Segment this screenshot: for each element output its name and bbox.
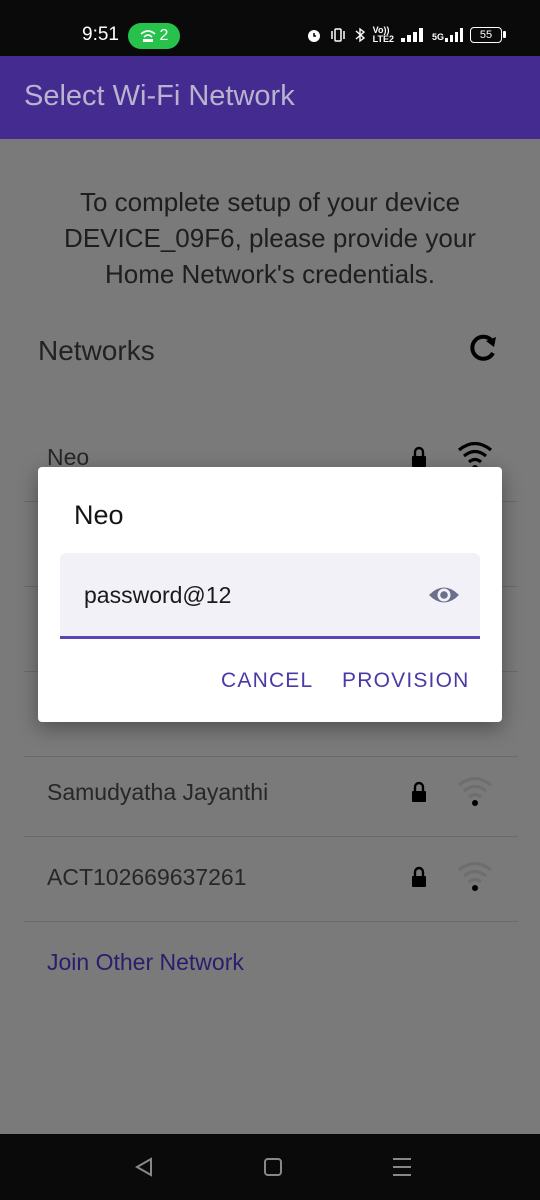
network-row-samudyatha[interactable]: Samudyatha Jayanthi (24, 751, 518, 837)
dialog-title: Neo (74, 500, 124, 530)
wifi-icon (457, 861, 493, 891)
hotspot-icon (140, 30, 156, 42)
lock-icon (412, 781, 426, 802)
eye-icon[interactable] (427, 582, 461, 608)
home-icon[interactable] (264, 1158, 282, 1176)
back-icon[interactable] (134, 1157, 154, 1177)
hotspot-count: 2 (159, 27, 169, 44)
signal-icon (400, 28, 423, 42)
refresh-icon[interactable] (466, 331, 500, 365)
app-bar: Select Wi-Fi Network (0, 56, 540, 139)
password-field[interactable]: password@12 (60, 553, 480, 639)
vibrate-icon (330, 28, 345, 42)
lock-icon (412, 446, 426, 467)
status-bar: 9:51 2 Vo)) LTE2 5G 55 (0, 0, 540, 56)
join-other-network-link[interactable]: Join Other Network (47, 949, 244, 976)
bluetooth-icon (355, 27, 365, 43)
alarm-icon (307, 30, 320, 42)
hotspot-indicator: 2 (128, 23, 180, 49)
page-title: Select Wi-Fi Network (24, 80, 295, 112)
network-name: Samudyatha Jayanthi (47, 779, 269, 805)
network-name: ACT102669637261 (47, 864, 247, 890)
battery-indicator: 55 (470, 27, 506, 43)
setup-instructions: To complete setup of your device DEVICE_… (64, 187, 476, 289)
networks-heading: Networks (38, 335, 155, 366)
status-time: 9:51 (82, 24, 119, 45)
battery-level: 55 (479, 29, 493, 41)
navigation-bar (0, 1134, 540, 1200)
password-value[interactable]: password@12 (84, 582, 231, 609)
password-dialog: Neo password@12 CANCEL PROVISION (38, 467, 502, 722)
wifi-icon (457, 776, 493, 806)
signal-5g-indicator: 5G (432, 28, 463, 42)
signal-5g-icon (445, 28, 463, 42)
menu-icon[interactable] (393, 1157, 411, 1177)
provision-button[interactable]: PROVISION (342, 669, 470, 693)
status-icons: Vo)) LTE2 5G 55 (306, 25, 506, 44)
cancel-button[interactable]: CANCEL (221, 669, 313, 693)
network-row-act[interactable]: ACT102669637261 (24, 836, 518, 922)
volte-label: Vo)) LTE2 (372, 25, 394, 44)
lock-icon (412, 866, 426, 887)
